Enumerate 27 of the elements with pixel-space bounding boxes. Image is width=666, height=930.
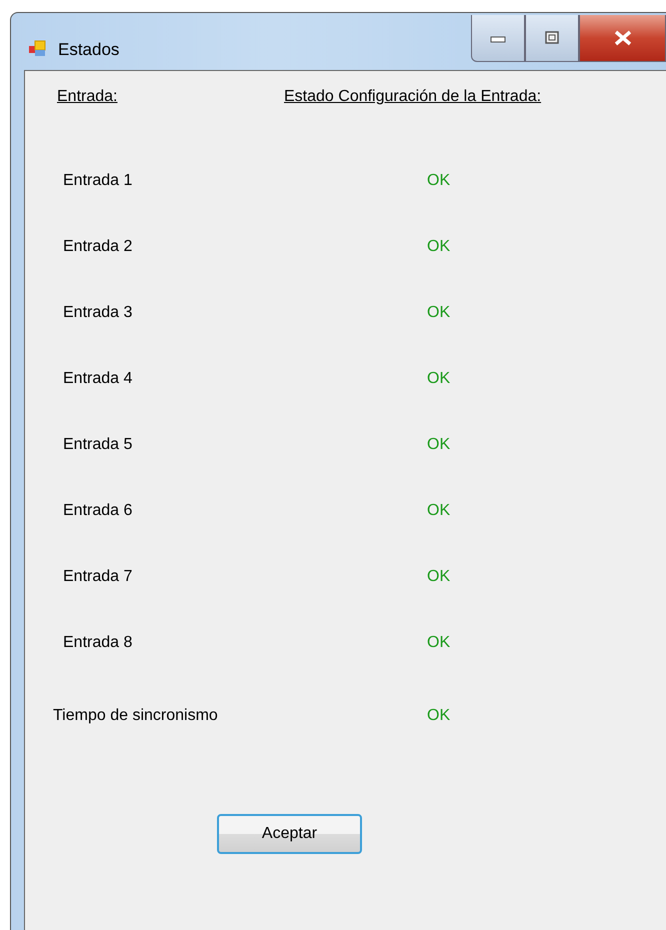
input-label: Entrada 7: [62, 568, 134, 587]
input-label: Entrada 8: [62, 634, 134, 653]
status-text: OK: [427, 238, 452, 257]
input-label: Entrada 5: [62, 436, 134, 455]
status-text: OK: [427, 370, 452, 389]
app-icon: [28, 40, 46, 58]
minimize-button[interactable]: [471, 15, 525, 62]
close-button[interactable]: [579, 15, 666, 62]
status-text: OK: [427, 436, 452, 455]
maximize-button[interactable]: [525, 15, 579, 62]
status-text: OK: [427, 304, 452, 323]
input-label: Entrada 3: [62, 304, 134, 323]
input-label: Entrada 4: [62, 370, 134, 389]
input-label: Tiempo de sincronismo: [52, 707, 219, 726]
status-text: OK: [427, 502, 452, 521]
accept-button[interactable]: Aceptar: [217, 814, 362, 854]
column-header: Entrada:: [57, 88, 118, 106]
status-text: OK: [427, 568, 452, 587]
column-header: Estado Configuración de la Entrada:: [284, 88, 542, 106]
status-text: OK: [427, 707, 452, 726]
status-text: OK: [427, 172, 452, 191]
input-label: Entrada 2: [62, 238, 134, 257]
window-title: Estados: [58, 40, 120, 60]
status-text: OK: [427, 634, 452, 653]
maximize-icon: [544, 31, 560, 45]
input-label: Entrada 1: [62, 172, 134, 191]
input-label: Entrada 6: [62, 502, 134, 521]
